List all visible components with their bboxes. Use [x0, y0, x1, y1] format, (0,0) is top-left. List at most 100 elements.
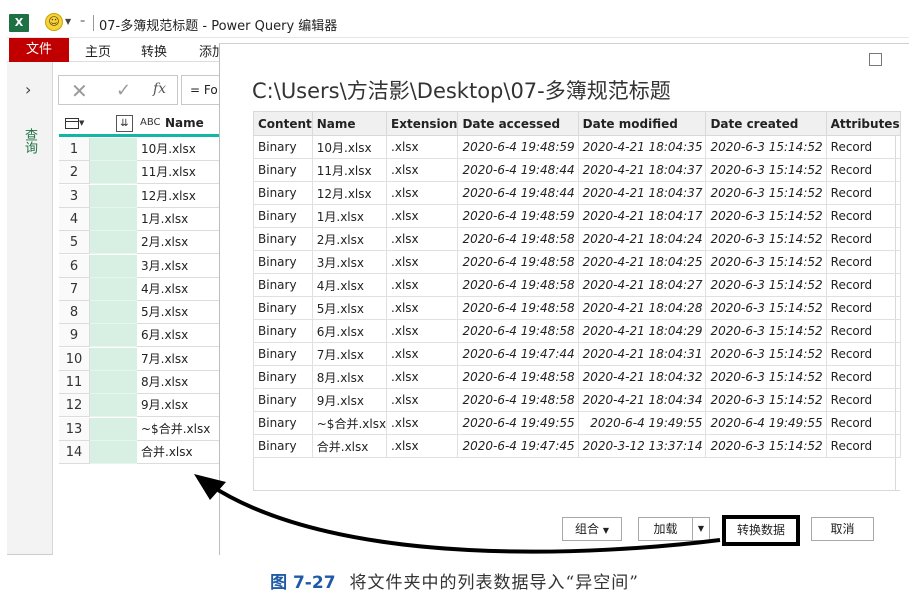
column-header-name[interactable]: Name — [165, 116, 204, 130]
table-row: Binary 9月.xlsx .xlsx 2020-6-4 19:48:58 2020-… — [253, 388, 901, 412]
name-cell[interactable]: 11月.xlsx — [137, 161, 219, 185]
row-number[interactable]: 4 — [59, 207, 90, 231]
queries-pane: › 查询 — [7, 62, 53, 555]
table-cell: 2020-6-4 19:49:55 — [457, 411, 579, 435]
row-number[interactable]: 9 — [59, 324, 90, 348]
tab-home[interactable]: 主页 — [85, 41, 111, 60]
row-number[interactable]: 5 — [59, 231, 90, 255]
name-cell[interactable]: 2月.xlsx — [137, 231, 219, 255]
row-number[interactable]: 3 — [59, 184, 90, 208]
name-cell[interactable]: 7月.xlsx — [137, 348, 219, 371]
caption-text: 将文件夹中的列表数据导入“异空间” — [349, 573, 639, 593]
content-cell[interactable] — [90, 347, 137, 371]
name-cell[interactable]: 8月.xlsx — [137, 371, 219, 394]
row-number[interactable]: 1 — [59, 138, 90, 161]
formula-input[interactable]: = Fo — [181, 75, 221, 105]
name-cell[interactable]: 10月.xlsx — [137, 138, 219, 161]
table-cell: 2020-6-4 19:48:58 — [457, 250, 579, 274]
tab-transform[interactable]: 转换 — [141, 41, 167, 60]
table-menu-dropdown-icon[interactable]: ▼ — [79, 119, 84, 127]
table-cell: .xlsx — [386, 273, 459, 297]
smiley-dropdown-icon[interactable]: ▼ — [65, 17, 71, 26]
table-cell: 3月.xlsx — [311, 250, 388, 274]
name-cell[interactable]: 1月.xlsx — [137, 208, 219, 231]
content-cell[interactable] — [90, 277, 137, 301]
expand-column-icon[interactable]: ⇊ — [116, 115, 133, 132]
table-cell: 2020-3-12 13:37:14 — [577, 434, 707, 458]
table-row: Binary 6月.xlsx .xlsx 2020-6-4 19:48:58 2020-… — [253, 319, 901, 343]
cancel-icon[interactable]: ✕ — [71, 79, 88, 103]
table-row: Binary 2月.xlsx .xlsx 2020-6-4 19:48:58 2020-… — [253, 227, 901, 251]
name-cell[interactable]: 9月.xlsx — [137, 394, 219, 418]
cancel-button[interactable]: 取消 — [811, 517, 874, 541]
table-cell: 11月.xlsx — [311, 158, 388, 182]
name-cell[interactable]: 4月.xlsx — [137, 278, 219, 301]
table-cell: Record — [825, 296, 901, 320]
content-cell[interactable] — [90, 231, 137, 255]
table-cell: .xlsx — [386, 342, 459, 366]
smiley-feedback-icon[interactable]: ☺ — [45, 13, 63, 31]
text-type-icon[interactable]: ABC — [140, 117, 161, 128]
name-cell[interactable]: ~$合并.xlsx — [137, 418, 219, 441]
table-icon[interactable] — [65, 118, 79, 129]
table-cell: Record — [825, 342, 901, 366]
content-cell[interactable] — [90, 324, 137, 348]
table-cell: 2020-4-21 18:04:32 — [577, 365, 707, 389]
ribbon-tabs: 文件 主页 转换 添加 — [7, 38, 219, 62]
table-cell: 2020-6-4 19:48:44 — [457, 181, 579, 205]
table-cell: 2020-6-4 19:48:58 — [457, 388, 579, 412]
table-row: Binary 12月.xlsx .xlsx 2020-6-4 19:48:44 2020… — [253, 181, 901, 205]
table-cell: Record — [825, 135, 901, 159]
table-cell: .xlsx — [386, 135, 459, 159]
content-cell[interactable] — [90, 371, 137, 394]
table-row: Binary 3月.xlsx .xlsx 2020-6-4 19:48:58 2020-… — [253, 250, 901, 274]
tab-file[interactable]: 文件 — [9, 38, 69, 62]
name-cell[interactable]: 12月.xlsx — [137, 185, 219, 208]
table-cell: 2020-6-4 19:49:55 — [705, 411, 827, 435]
queries-label[interactable]: 查询 — [22, 128, 37, 154]
table-cell: Record — [825, 434, 901, 458]
content-cell[interactable] — [90, 207, 137, 231]
row-number[interactable]: 6 — [59, 254, 90, 278]
table-cell: 2020-4-21 18:04:29 — [577, 319, 707, 343]
row-number[interactable]: 11 — [59, 371, 90, 394]
customize-toolbar-icon[interactable]: ₌ — [80, 15, 85, 26]
row-number[interactable]: 8 — [59, 301, 90, 325]
table-cell: 2020-4-21 18:04:25 — [577, 250, 707, 274]
table-cell: 2020-4-21 18:04:27 — [577, 273, 707, 297]
chevron-right-icon[interactable]: › — [25, 80, 31, 99]
row-number[interactable]: 12 — [59, 394, 90, 418]
table-cell: .xlsx — [386, 296, 459, 320]
name-cell[interactable]: 5月.xlsx — [137, 301, 219, 325]
table-row: Binary 1月.xlsx .xlsx 2020-6-4 19:48:59 2020-… — [253, 204, 901, 228]
table-cell: Record — [825, 319, 901, 343]
content-cell[interactable] — [90, 417, 137, 441]
content-cell[interactable] — [90, 138, 137, 161]
table-cell: .xlsx — [386, 158, 459, 182]
table-cell: 2020-4-21 18:04:35 — [577, 135, 707, 159]
table-cell: 2020-6-3 15:14:52 — [705, 227, 827, 251]
name-cell[interactable]: 6月.xlsx — [137, 324, 219, 348]
check-icon[interactable]: ✓ — [116, 80, 131, 101]
content-cell[interactable] — [90, 184, 137, 208]
name-cell[interactable]: 3月.xlsx — [137, 255, 219, 278]
table-cell: 2020-6-4 19:48:58 — [457, 296, 579, 320]
row-number[interactable]: 13 — [59, 417, 90, 441]
row-number[interactable]: 2 — [59, 161, 90, 185]
content-cell[interactable] — [90, 394, 137, 418]
maximize-icon[interactable] — [869, 53, 882, 66]
content-cell[interactable] — [90, 161, 137, 185]
row-number[interactable]: 14 — [59, 440, 90, 464]
content-cell[interactable] — [90, 254, 137, 278]
table-cell: 10月.xlsx — [311, 135, 388, 159]
table-cell: Binary — [253, 227, 313, 251]
row-number[interactable]: 10 — [59, 347, 90, 371]
table-cell: 2020-6-3 15:14:52 — [705, 365, 827, 389]
fx-icon[interactable]: fx — [153, 81, 166, 97]
row-number[interactable]: 7 — [59, 277, 90, 301]
tab-add-column[interactable]: 添加 — [199, 41, 219, 60]
table-cell: Binary — [253, 434, 313, 458]
content-cell[interactable] — [90, 301, 137, 325]
table-cell: 2020-6-3 15:14:52 — [705, 273, 827, 297]
content-cell[interactable] — [90, 440, 137, 464]
